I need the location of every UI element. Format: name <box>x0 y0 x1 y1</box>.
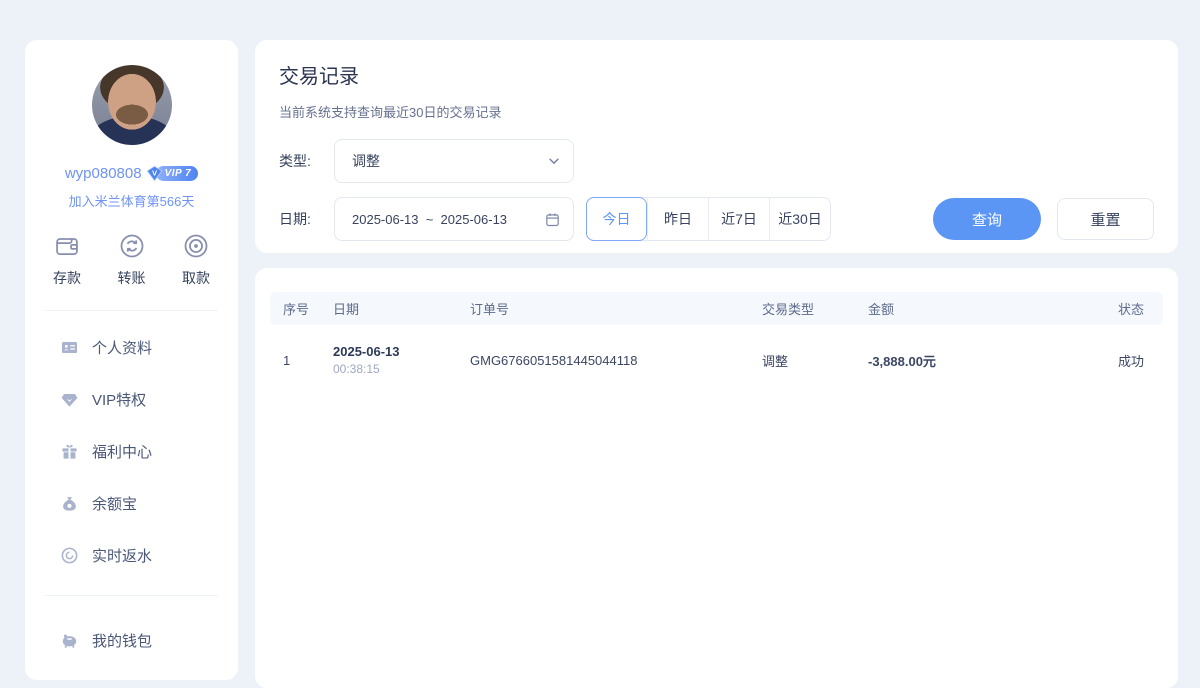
page-subtitle: 当前系统支持查询最近30日的交易记录 <box>279 102 1154 121</box>
vip-diamond-icon: V <box>146 165 163 182</box>
sidebar-item-vip[interactable]: VIP特权 <box>60 373 238 425</box>
sidebar-item-label: 个人资料 <box>92 337 152 358</box>
sidebar-item-label: 我的钱包 <box>92 630 152 651</box>
withdraw-action[interactable]: 取款 <box>182 232 210 288</box>
column-header-type: 交易类型 <box>749 299 855 318</box>
transfer-action[interactable]: 转账 <box>118 232 146 288</box>
chevron-down-icon <box>547 154 561 168</box>
records-card: 序号 日期 订单号 交易类型 金额 状态 1 2025-06-13 00:38:… <box>255 268 1178 688</box>
date-range-picker[interactable] <box>334 197 574 241</box>
svg-text:V: V <box>152 169 158 178</box>
vip-badge: V VIP 7 <box>146 165 199 182</box>
money-bag-icon <box>60 494 79 513</box>
column-header-date: 日期 <box>320 299 457 318</box>
date-label: 日期: <box>279 209 323 229</box>
row-date-value: 2025-06-13 <box>333 344 457 359</box>
withdraw-label: 取款 <box>182 268 210 288</box>
id-card-icon <box>60 338 79 357</box>
row-type: 调整 <box>749 351 855 370</box>
column-header-amount: 金额 <box>855 299 1040 318</box>
row-status: 成功 <box>1040 351 1163 370</box>
username: wyp080808 <box>65 165 142 182</box>
row-amount: -3,888.00元 <box>855 351 1040 370</box>
reset-button[interactable]: 重置 <box>1057 198 1154 240</box>
deposit-label: 存款 <box>53 268 81 288</box>
sidebar-item-yuebao[interactable]: 余额宝 <box>60 477 238 529</box>
page-title: 交易记录 <box>279 60 1154 89</box>
gem-icon <box>60 390 79 409</box>
type-select-value: 调整 <box>352 151 547 171</box>
range-30days-button[interactable]: 近30日 <box>769 198 830 240</box>
piggy-bank-icon <box>60 631 79 650</box>
sidebar-item-welfare[interactable]: 福利中心 <box>60 425 238 477</box>
quick-actions: 存款 转账 取款 <box>25 232 238 288</box>
sidebar-item-label: 余额宝 <box>92 493 137 514</box>
username-row: wyp080808 V VIP 7 <box>65 165 198 182</box>
row-date: 2025-06-13 00:38:15 <box>320 344 457 376</box>
row-time-value: 00:38:15 <box>333 362 457 376</box>
filter-card: 交易记录 当前系统支持查询最近30日的交易记录 类型: 调整 日期: <box>255 40 1178 253</box>
transfer-label: 转账 <box>118 268 146 288</box>
column-header-index: 序号 <box>270 299 320 318</box>
type-filter-row: 类型: 调整 <box>279 139 1154 183</box>
deposit-wallet-icon <box>53 232 81 260</box>
type-label: 类型: <box>279 151 323 171</box>
deposit-action[interactable]: 存款 <box>53 232 81 288</box>
quick-range-group: 今日 昨日 近7日 近30日 <box>586 197 831 241</box>
main-content: 交易记录 当前系统支持查询最近30日的交易记录 类型: 调整 日期: <box>255 40 1178 688</box>
rebate-circle-icon <box>60 546 79 565</box>
user-avatar[interactable] <box>92 65 172 145</box>
row-order-no: GMG6766051581445044118 <box>457 353 749 368</box>
type-select[interactable]: 调整 <box>334 139 574 183</box>
sidebar-item-wallet[interactable]: 我的钱包 <box>60 614 238 666</box>
range-today-button[interactable]: 今日 <box>586 197 647 241</box>
records-table: 序号 日期 订单号 交易类型 金额 状态 1 2025-06-13 00:38:… <box>270 292 1163 395</box>
sidebar-item-profile[interactable]: 个人资料 <box>60 321 238 373</box>
row-index: 1 <box>270 353 320 368</box>
sidebar: wyp080808 V VIP 7 加入米兰体育第566天 存款 <box>25 40 238 680</box>
transfer-arrows-icon <box>118 232 146 260</box>
sidebar-item-label: 实时返水 <box>92 545 152 566</box>
column-header-status: 状态 <box>1040 299 1163 318</box>
column-header-order: 订单号 <box>457 299 749 318</box>
date-range-input[interactable] <box>352 212 544 227</box>
calendar-icon <box>544 211 561 228</box>
sidebar-menu-footer: 我的钱包 <box>25 596 238 666</box>
withdraw-target-icon <box>182 232 210 260</box>
search-button[interactable]: 查询 <box>933 198 1041 240</box>
date-filter-row: 日期: 今日 昨日 近7日 近30日 查询 重置 <box>279 197 1154 241</box>
sidebar-item-rebate[interactable]: 实时返水 <box>60 529 238 581</box>
table-header: 序号 日期 订单号 交易类型 金额 状态 <box>270 292 1163 325</box>
sidebar-item-label: VIP特权 <box>92 389 146 410</box>
range-yesterday-button[interactable]: 昨日 <box>647 198 708 240</box>
sidebar-menu: 个人资料 VIP特权 福利中心 <box>25 311 238 581</box>
table-row: 1 2025-06-13 00:38:15 GMG676605158144504… <box>270 325 1163 395</box>
membership-days-text: 加入米兰体育第566天 <box>69 191 195 210</box>
gift-icon <box>60 442 79 461</box>
range-7days-button[interactable]: 近7日 <box>708 198 769 240</box>
sidebar-item-label: 福利中心 <box>92 441 152 462</box>
